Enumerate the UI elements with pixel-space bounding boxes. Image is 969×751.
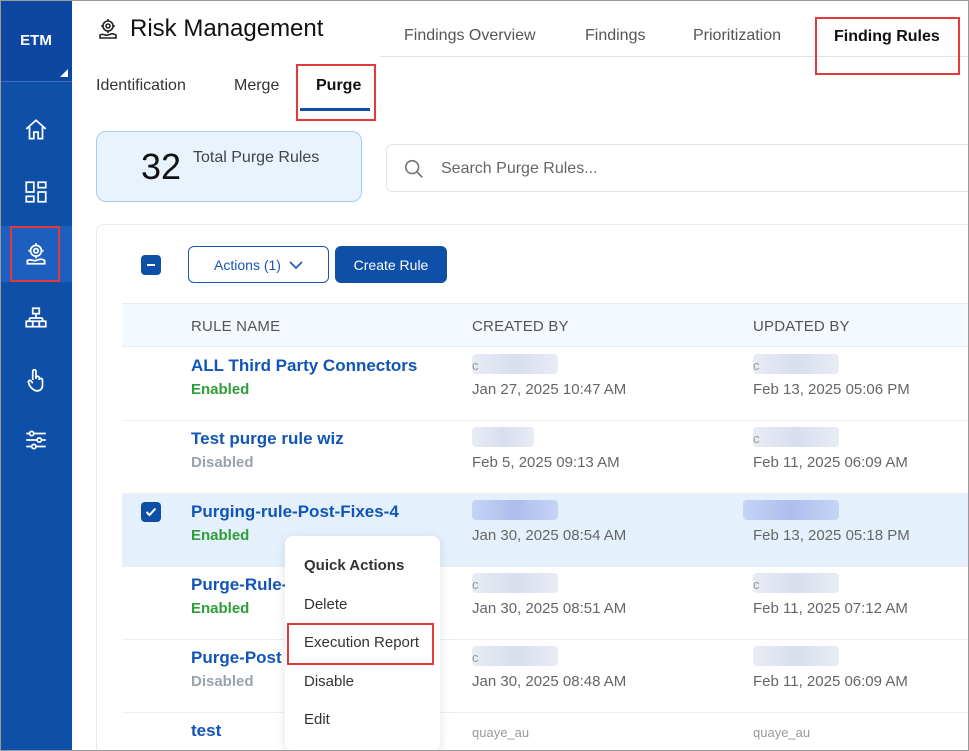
redacted-user bbox=[472, 500, 558, 520]
subtab-identification[interactable]: Identification bbox=[96, 77, 186, 95]
checkmark-icon bbox=[145, 507, 157, 517]
sidebar-item-hierarchy[interactable] bbox=[0, 290, 72, 346]
execution-report-highlight-box bbox=[287, 623, 434, 665]
tab-findings[interactable]: Findings bbox=[585, 27, 645, 45]
sliders-icon bbox=[26, 430, 46, 450]
table-row[interactable]: Test purge rule wiz Disabled Feb 5, 2025… bbox=[122, 421, 969, 494]
sidebar-highlight-box bbox=[10, 226, 60, 282]
page-header: Risk Management bbox=[96, 14, 323, 44]
created-by-user: quaye_au bbox=[472, 725, 530, 740]
rule-name-link[interactable]: Purge-Post bbox=[191, 648, 282, 668]
redacted-user bbox=[472, 646, 558, 666]
tab-highlight-box bbox=[815, 17, 960, 75]
table-row[interactable]: Purge-Post Disabled c Jan 30, 2025 08:48… bbox=[122, 640, 969, 713]
select-all-checkbox[interactable] bbox=[141, 255, 161, 275]
total-count: 32 bbox=[141, 146, 182, 187]
redacted-user bbox=[753, 646, 839, 666]
actions-dropdown-button[interactable]: Actions (1) bbox=[188, 246, 329, 283]
hand-pointer-icon bbox=[27, 368, 44, 392]
page-title: Risk Management bbox=[130, 15, 324, 42]
column-header-updated-by[interactable]: UPDATED BY bbox=[753, 318, 850, 335]
redacted-user bbox=[753, 427, 839, 447]
rule-name-link[interactable]: Test purge rule wiz bbox=[191, 429, 344, 449]
sidebar-item-actions[interactable] bbox=[0, 352, 72, 408]
actions-label: Actions (1) bbox=[214, 256, 281, 273]
sidebar: ETM bbox=[0, 0, 72, 751]
expand-corner-icon[interactable] bbox=[60, 69, 68, 77]
rule-name-link[interactable]: test bbox=[191, 721, 221, 741]
menu-item-edit[interactable]: Edit bbox=[304, 711, 330, 728]
updated-at: Feb 13, 2025 05:06 PM bbox=[753, 381, 910, 398]
updated-by-user: quaye_au bbox=[753, 725, 811, 740]
redacted-user bbox=[753, 354, 839, 374]
search-icon bbox=[404, 159, 423, 178]
table-row[interactable]: test quaye_au quaye_au bbox=[122, 713, 969, 751]
sidebar-item-home[interactable] bbox=[0, 102, 72, 158]
created-at: Jan 30, 2025 08:51 AM bbox=[472, 600, 627, 617]
table-row[interactable]: Purging-rule-Post-Fixes-4 Enabled Jan 30… bbox=[122, 494, 969, 567]
updated-by-user: c bbox=[753, 431, 760, 446]
updated-at: Feb 11, 2025 07:12 AM bbox=[753, 600, 908, 617]
rule-status: Disabled bbox=[191, 673, 254, 690]
column-header-rule-name[interactable]: RULE NAME bbox=[191, 318, 280, 335]
sidebar-item-settings[interactable] bbox=[0, 412, 72, 468]
total-label: Total Purge Rules bbox=[193, 149, 320, 166]
menu-item-disable[interactable]: Disable bbox=[304, 673, 354, 690]
rule-name-link[interactable]: Purge-Rule- bbox=[191, 575, 287, 595]
created-at: Feb 5, 2025 09:13 AM bbox=[472, 454, 620, 471]
brand-logo[interactable]: ETM bbox=[0, 0, 72, 82]
home-icon bbox=[25, 119, 47, 140]
created-at: Jan 30, 2025 08:48 AM bbox=[472, 673, 627, 690]
sidebar-item-dashboard[interactable] bbox=[0, 164, 72, 220]
create-rule-button[interactable]: Create Rule bbox=[335, 246, 447, 283]
search-input[interactable] bbox=[441, 155, 941, 183]
rule-status: Enabled bbox=[191, 600, 250, 617]
redacted-user bbox=[753, 573, 839, 593]
quick-actions-title: Quick Actions bbox=[304, 557, 405, 574]
redacted-user bbox=[472, 354, 558, 374]
brand-label: ETM bbox=[20, 32, 52, 49]
hierarchy-icon bbox=[25, 307, 47, 328]
minus-icon bbox=[147, 264, 155, 266]
tab-prioritization[interactable]: Prioritization bbox=[693, 27, 781, 45]
created-at: Jan 27, 2025 10:47 AM bbox=[472, 381, 627, 398]
redacted-user bbox=[472, 573, 558, 593]
table-header: RULE NAME CREATED BY UPDATED BY bbox=[122, 303, 969, 347]
chevron-down-icon bbox=[289, 260, 303, 269]
search-box bbox=[386, 144, 969, 192]
rule-status: Enabled bbox=[191, 381, 250, 398]
created-by-user: c bbox=[472, 358, 479, 373]
column-header-created-by[interactable]: CREATED BY bbox=[472, 318, 569, 335]
rule-name-link[interactable]: Purging-rule-Post-Fixes-4 bbox=[191, 502, 399, 522]
total-purge-rules-card: 32 Total Purge Rules bbox=[96, 131, 362, 202]
updated-by-user: c bbox=[753, 358, 760, 373]
redacted-user bbox=[472, 427, 534, 447]
created-by-user: c bbox=[472, 650, 479, 665]
tab-findings-overview[interactable]: Findings Overview bbox=[404, 27, 536, 45]
menu-item-delete[interactable]: Delete bbox=[304, 596, 347, 613]
updated-at: Feb 13, 2025 05:18 PM bbox=[753, 527, 910, 544]
risk-management-icon bbox=[99, 19, 117, 39]
subtab-highlight-box bbox=[296, 64, 376, 121]
created-by-user: c bbox=[472, 577, 479, 592]
table-row[interactable]: ALL Third Party Connectors Enabled c Jan… bbox=[122, 348, 969, 421]
table-row[interactable]: Purge-Rule- Enabled c Jan 30, 2025 08:51… bbox=[122, 567, 969, 640]
subtab-merge[interactable]: Merge bbox=[234, 77, 279, 95]
dashboard-icon bbox=[25, 181, 47, 203]
row-checkbox[interactable] bbox=[141, 502, 161, 522]
updated-by-user: c bbox=[753, 577, 760, 592]
updated-at: Feb 11, 2025 06:09 AM bbox=[753, 454, 908, 471]
created-at: Jan 30, 2025 08:54 AM bbox=[472, 527, 627, 544]
rule-name-link[interactable]: ALL Third Party Connectors bbox=[191, 356, 417, 376]
rule-status: Disabled bbox=[191, 454, 254, 471]
updated-at: Feb 11, 2025 06:09 AM bbox=[753, 673, 908, 690]
redacted-user bbox=[743, 500, 839, 520]
rule-status: Enabled bbox=[191, 527, 250, 544]
